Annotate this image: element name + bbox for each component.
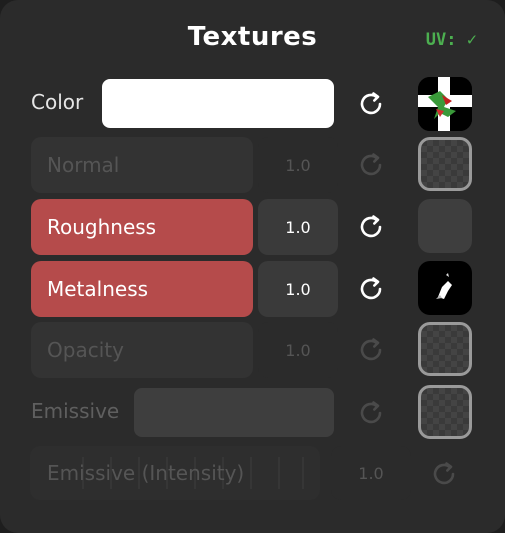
slider-tick [250,457,252,489]
color-reset-icon[interactable] [357,89,387,119]
roughness-label: Roughness [47,215,157,239]
emissive-swatch[interactable] [134,388,334,437]
uv-status: UV: ✓ [426,30,477,50]
normal-reset-icon [357,150,387,180]
emissive-texture-slot[interactable] [418,385,472,439]
emissive-label: Emissive [31,399,120,423]
uv-label: UV: [425,30,457,50]
emissive-intensity-value[interactable]: 1.0 [331,446,411,500]
roughness-toggle[interactable]: Roughness [31,199,253,255]
opacity-label: Opacity [47,338,124,362]
metalness-reset-icon[interactable] [357,274,387,304]
emissive-intensity-reset-icon [430,459,460,489]
normal-label: Normal [47,153,120,177]
roughness-value[interactable]: 1.0 [258,199,338,255]
slider-tick [278,457,280,489]
metalness-toggle[interactable]: Metalness [31,261,253,317]
normal-texture-slot[interactable] [418,137,472,191]
color-texture-thumbnail[interactable] [418,77,472,131]
uv-check-icon: ✓ [466,30,477,50]
color-swatch[interactable] [102,79,334,128]
opacity-toggle[interactable]: Opacity [31,322,253,378]
opacity-value[interactable]: 1.0 [258,322,338,378]
normal-toggle[interactable]: Normal [31,137,253,193]
color-label: Color [31,90,84,114]
roughness-reset-icon[interactable] [357,212,387,242]
opacity-reset-icon [357,335,387,365]
opacity-texture-slot[interactable] [418,322,472,376]
slider-tick [302,457,304,489]
roughness-texture-thumbnail[interactable] [418,199,472,253]
emissive-intensity-label: Emissive (Intensity) [47,461,245,485]
textures-panel: Textures UV: ✓ Color Normal 1.0 Roughnes… [0,0,505,533]
emissive-reset-icon [357,398,387,428]
metalness-value[interactable]: 1.0 [258,261,338,317]
metalness-label: Metalness [47,277,149,301]
metalness-texture-thumbnail[interactable] [418,261,472,315]
emissive-intensity-slider[interactable]: Emissive (Intensity) [30,446,320,500]
normal-value[interactable]: 1.0 [258,137,338,193]
